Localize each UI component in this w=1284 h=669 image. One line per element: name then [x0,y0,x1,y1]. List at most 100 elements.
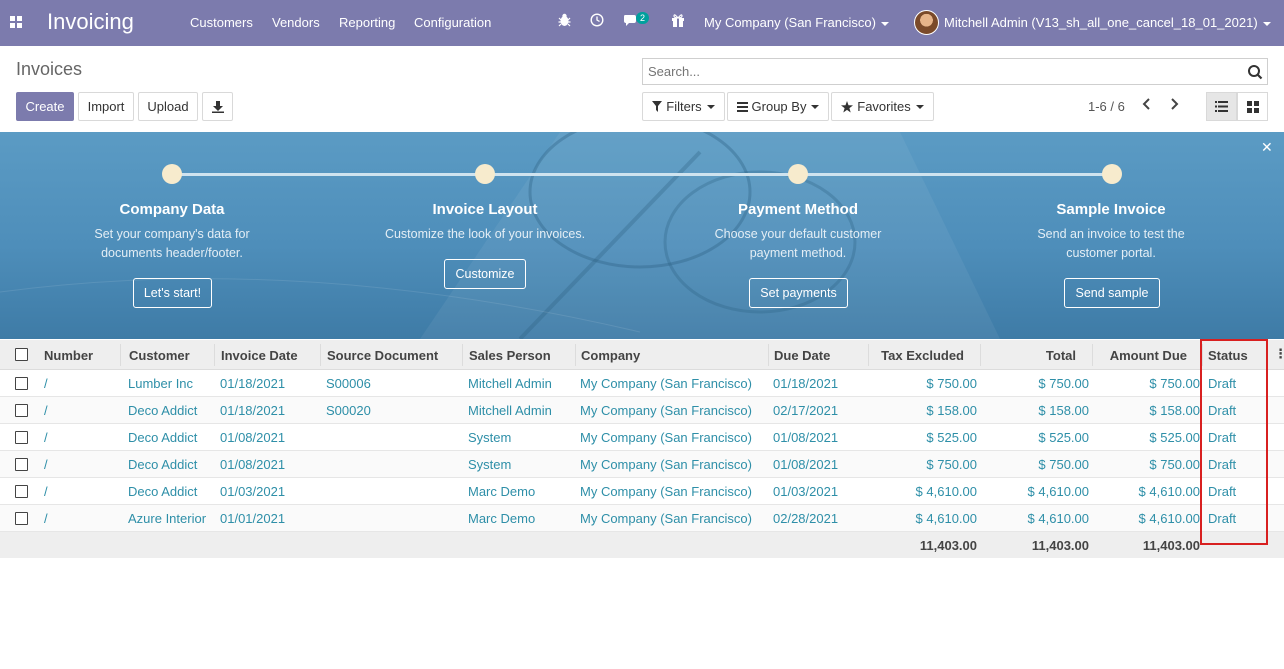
cell-customer: Deco Addict [128,430,198,445]
list-view-button[interactable] [1206,92,1237,121]
menu-customers[interactable]: Customers [190,15,253,30]
column-divider [214,344,215,366]
column-divider [980,344,981,366]
apps-menu-icon[interactable] [10,16,22,28]
user-menu[interactable]: Mitchell Admin (V13_sh_all_one_cancel_18… [944,15,1271,30]
pager-next[interactable] [1169,97,1179,116]
send-sample-button[interactable]: Send sample [1064,278,1160,308]
row-checkbox[interactable] [15,377,28,390]
filters-button[interactable]: Filters [642,92,725,121]
column-number[interactable]: Number [44,348,93,363]
app-title[interactable]: Invoicing [47,9,134,35]
star-icon [841,100,854,112]
cell-sales-person: Marc Demo [468,511,536,526]
column-invoice-date[interactable]: Invoice Date [221,348,298,363]
cell-amount-due: $ 750.00 [1149,457,1200,472]
menu-vendors[interactable]: Vendors [272,15,320,30]
search-icon[interactable] [1247,64,1263,80]
progress-line [172,173,1112,176]
column-total[interactable]: Total [985,348,1076,363]
lets-start-button[interactable]: Let's start! [133,278,212,308]
cell-due-date: 01/08/2021 [773,430,839,445]
cell-invoice-date: 01/08/2021 [220,430,286,445]
company-switcher[interactable]: My Company (San Francisco) [704,15,889,30]
column-source-document[interactable]: Source Document [327,348,438,363]
step-dot [162,164,182,184]
cell-total: $ 750.00 [1038,457,1089,472]
gift-icon[interactable] [671,13,685,30]
menu-reporting[interactable]: Reporting [339,15,395,30]
download-icon [211,100,224,113]
cell-due-date: 01/18/2021 [773,376,839,391]
bars-icon [736,101,748,112]
column-divider [575,344,576,366]
page-title: Invoices [16,59,83,79]
cell-amount-due: $ 4,610.00 [1138,511,1200,526]
search-input[interactable] [643,59,1233,84]
table-row[interactable]: / Azure Interior 01/01/2021 Marc Demo My… [0,505,1284,532]
cell-tax-excluded: $ 525.00 [926,430,977,445]
search-bar[interactable] [642,58,1268,85]
pager-previous[interactable] [1142,97,1152,116]
step-description: Send an invoice to test the customer port… [1037,227,1185,260]
row-checkbox[interactable] [15,431,28,444]
cell-customer: Lumber Inc [128,376,194,391]
row-checkbox[interactable] [15,458,28,471]
cell-invoice-date: 01/01/2021 [220,511,286,526]
column-customer[interactable]: Customer [129,348,190,363]
column-divider [768,344,769,366]
table-row[interactable]: / Deco Addict 01/03/2021 Marc Demo My Co… [0,478,1284,505]
cell-tax-excluded: $ 750.00 [926,376,977,391]
cell-total: $ 158.00 [1038,403,1089,418]
table-row[interactable]: / Deco Addict 01/18/2021 S00020 Mitchell… [0,397,1284,424]
row-checkbox[interactable] [15,485,28,498]
customize-button[interactable]: Customize [444,259,526,289]
table-row[interactable]: / Deco Addict 01/08/2021 System My Compa… [0,424,1284,451]
step-dot [788,164,808,184]
cell-company: My Company (San Francisco) [580,484,752,499]
step-description: Set your company's data for documents hea… [94,227,250,260]
chevron-down-icon [811,104,820,109]
close-icon[interactable]: ✕ [1261,139,1273,156]
step-title-company-data: Company Data [119,201,225,218]
column-amount-due[interactable]: Amount Due [1097,348,1187,363]
row-checkbox[interactable] [15,404,28,417]
column-sales-person[interactable]: Sales Person [469,348,551,363]
avatar[interactable] [914,10,939,35]
company-label: My Company (San Francisco) [704,15,876,30]
optional-columns-icon[interactable]: ⋮ [1274,346,1284,362]
download-button[interactable] [202,92,233,121]
favorites-button[interactable]: Favorites [831,92,934,121]
kanban-view-button[interactable] [1237,92,1268,121]
column-tax-excluded[interactable]: Tax Excluded [870,348,964,363]
cell-tax-excluded: $ 4,610.00 [915,511,977,526]
step-description: Customize the look of your invoices. [384,227,586,241]
cell-total: $ 4,610.00 [1027,511,1089,526]
step-title-invoice-layout: Invoice Layout [432,201,538,218]
pager-value[interactable]: 1-6 / 6 [1088,99,1125,114]
cell-customer: Deco Addict [128,457,198,472]
step-dot [1102,164,1122,184]
chevron-left-icon [1142,98,1150,110]
onboarding-banner: Company Data Set your company's data for… [0,132,1284,339]
import-button[interactable]: Import [78,92,134,121]
column-company[interactable]: Company [581,348,640,363]
clock-icon[interactable] [590,13,604,30]
select-all-checkbox[interactable] [15,348,28,361]
cell-number: / [44,457,48,472]
upload-button[interactable]: Upload [138,92,198,121]
menu-configuration[interactable]: Configuration [414,15,491,30]
row-checkbox[interactable] [15,512,28,525]
bug-icon[interactable] [558,13,571,30]
create-button[interactable]: Create [16,92,74,121]
column-due-date[interactable]: Due Date [774,348,830,363]
filters-label: Filters [666,99,702,114]
set-payments-button[interactable]: Set payments [749,278,848,308]
cell-sales-person: System [468,430,512,445]
group-by-button[interactable]: Group By [727,92,829,121]
table-row[interactable]: / Lumber Inc 01/18/2021 S00006 Mitchell … [0,370,1284,397]
table-header: Number Customer Invoice Date Source Docu… [0,340,1284,370]
cell-number: / [44,403,48,418]
chevron-right-icon [1171,98,1179,110]
table-row[interactable]: / Deco Addict 01/08/2021 System My Compa… [0,451,1284,478]
